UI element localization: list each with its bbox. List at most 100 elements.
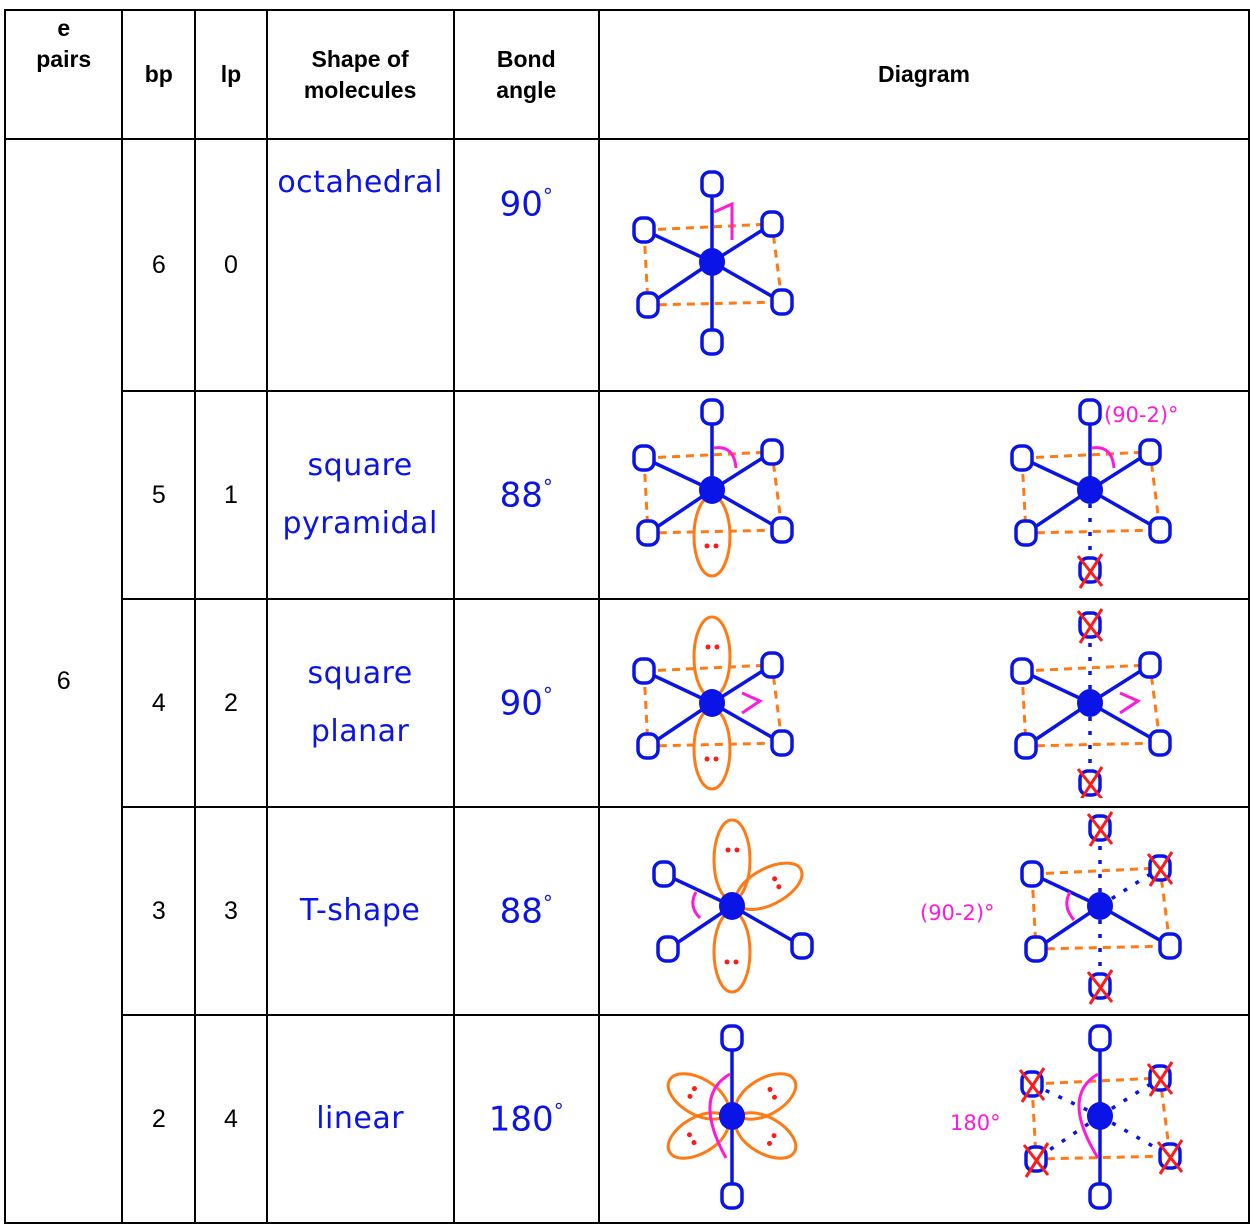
central-atom [698, 476, 725, 504]
ligand-atom [1024, 935, 1048, 963]
central-atom [1086, 1102, 1113, 1130]
central-atom [698, 248, 725, 276]
electron-dot [734, 847, 740, 853]
ligand-atom [770, 288, 794, 316]
central-atom [718, 892, 745, 920]
electron-dot [733, 959, 739, 965]
shape-text-line1: square [307, 656, 413, 691]
angle-cell: 88° [452, 806, 600, 1016]
header-diagram: Diagram [597, 9, 1250, 140]
ligand-atom [1138, 651, 1162, 679]
shape-cell: T-shape [265, 806, 455, 1016]
angle-value: 180 [488, 1099, 554, 1140]
ligand-atom [1014, 732, 1038, 760]
degree-sign: ° [553, 1098, 564, 1123]
angle-arc [1091, 446, 1116, 469]
degree-sign: ° [542, 474, 553, 499]
angle-arc [713, 446, 738, 469]
lp-cell: 1 [194, 390, 268, 600]
header-shape-line1: Shape of [311, 45, 409, 72]
diagram-octahedral [632, 170, 794, 356]
ligand-atom [1148, 729, 1172, 757]
central-atom [718, 1102, 745, 1130]
lp-cell: 3 [194, 806, 268, 1016]
shape-text-line2: planar [310, 714, 410, 749]
ligand-atom [760, 651, 784, 679]
header-bp: bp [121, 9, 197, 140]
central-atom [1076, 689, 1103, 717]
bp-cell: 5 [121, 390, 197, 600]
shape-text: T-shape [299, 893, 421, 928]
angle-arc [691, 891, 702, 920]
angle-value: 90 [499, 184, 543, 225]
ligand-atom [636, 291, 660, 319]
table-row: 2 4 linear 180° 180° [5, 1014, 1250, 1224]
angle-arc [713, 201, 734, 240]
electron-dot [714, 644, 720, 650]
lp-cell: 2 [194, 598, 268, 808]
lp-cell: 4 [194, 1014, 268, 1224]
electron-dot [713, 543, 719, 549]
lp-cell: 0 [194, 138, 268, 392]
ligand-atom [720, 1182, 744, 1210]
table-row: 4 2 square planar 90° [5, 598, 1250, 808]
angle-arc [741, 691, 764, 715]
electron-dot [725, 847, 731, 853]
electron-dot [687, 1093, 693, 1099]
vsepr-table: e pairs bp lp Shape of molecules Bond an… [3, 9, 1250, 1224]
lone-pair-lobe [692, 707, 732, 791]
ligand-atom [636, 519, 660, 547]
electron-dot [766, 1140, 772, 1146]
diagram-cell: (90-2)° [597, 390, 1250, 600]
e-pairs-cell: 6 [3, 138, 124, 1224]
shape-cell: octahedral [265, 138, 455, 392]
lobe-outline [712, 818, 752, 902]
shape-cell: square planar [265, 598, 455, 808]
electron-dot [691, 1140, 697, 1146]
ligand-atom [656, 935, 680, 963]
angle-cell: 90° [452, 598, 600, 808]
angle-value: 88 [499, 475, 543, 516]
diagram-cell [597, 138, 1250, 392]
ligand-atom [1010, 444, 1034, 472]
electron-dot [771, 1094, 777, 1100]
electron-dot [704, 756, 710, 762]
bp-cell: 3 [121, 806, 197, 1016]
central-atom [1086, 892, 1113, 920]
angle-arc [1119, 691, 1142, 715]
angle-cell: 90° [452, 138, 600, 392]
ligand-atom [700, 398, 724, 426]
ligand-atom [632, 657, 656, 685]
electron-dot [772, 876, 778, 882]
electron-dot [724, 959, 730, 965]
shape-text: linear [316, 1101, 405, 1136]
diagram-t-shape: (90-2)° [652, 811, 1182, 1005]
shape-cell: square pyramidal [265, 390, 455, 600]
ligand-atom [632, 216, 656, 244]
degree-sign: ° [542, 890, 553, 915]
header-angle-line1: Bond [496, 45, 556, 72]
ligand-atom [720, 1024, 744, 1052]
electron-dot [686, 1132, 692, 1138]
table-row: 5 1 square pyramidal 88° (90-2)° [5, 390, 1250, 600]
ligand-atom [1088, 1024, 1112, 1052]
lobe-outline [692, 615, 732, 699]
ligand-atom [700, 328, 724, 356]
ligand-atom [1078, 398, 1102, 426]
shape-text-line2: pyramidal [282, 506, 438, 541]
ligand-atom [1148, 516, 1172, 544]
ligand-atom [652, 860, 676, 888]
diagram-cell: 180° [597, 1014, 1250, 1224]
diagram-linear: 180° [666, 1024, 1184, 1210]
ligand-atom [1020, 860, 1044, 888]
header-bond-angle: Bond angle [452, 9, 600, 140]
electron-dot [691, 1086, 697, 1092]
diagram-cell [597, 598, 1250, 808]
shape-cell: linear [265, 1014, 455, 1224]
angle-value: 90 [499, 683, 543, 724]
header-lp: lp [194, 9, 268, 140]
angle-note: 180° [950, 1111, 1001, 1135]
table-row: 3 3 T-shape 88° (90-2)° [5, 806, 1250, 1016]
electron-dot [776, 884, 782, 890]
diagram-square-pyramidal: (90-2)° [632, 398, 1179, 589]
